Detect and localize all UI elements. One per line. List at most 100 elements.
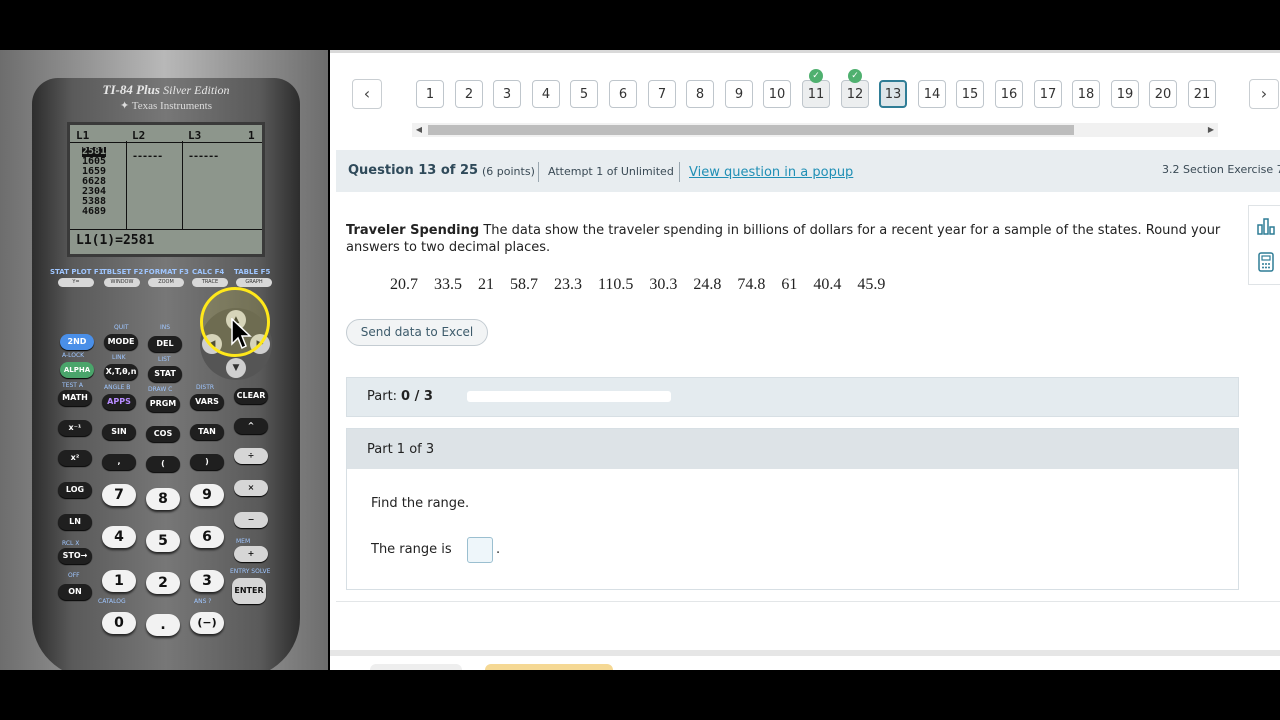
key-mode[interactable]: MODE xyxy=(104,334,138,350)
question-nav-21[interactable]: 21 xyxy=(1188,80,1216,108)
key-6[interactable]: 6 xyxy=(190,526,224,548)
key-sin[interactable]: SIN xyxy=(102,424,136,440)
key-left-paren[interactable]: ( xyxy=(146,456,180,472)
question-nav-4[interactable]: 4 xyxy=(532,80,560,108)
statistics-chart-icon[interactable] xyxy=(1256,216,1276,236)
question-nav-19[interactable]: 19 xyxy=(1111,80,1139,108)
arrow-down-key[interactable]: ▼ xyxy=(226,358,246,378)
data-value: 20.7 xyxy=(390,276,418,293)
key-minus[interactable]: − xyxy=(234,512,268,528)
lcd-divider xyxy=(70,142,262,143)
prev-question-button[interactable]: ‹ xyxy=(352,79,382,109)
footer-button-right[interactable] xyxy=(485,664,613,670)
key-stat[interactable]: STAT xyxy=(148,366,182,382)
side-toolbar xyxy=(1248,205,1280,285)
key-enter[interactable]: ENTER xyxy=(232,578,266,604)
question-nav-12[interactable]: 12 xyxy=(841,80,869,108)
key-vars[interactable]: VARS xyxy=(190,394,224,410)
answer-suffix: . xyxy=(496,542,501,557)
question-nav-17[interactable]: 17 xyxy=(1034,80,1062,108)
question-nav-5[interactable]: 5 xyxy=(570,80,598,108)
key-negate[interactable]: (−) xyxy=(190,612,224,634)
question-nav-14[interactable]: 14 xyxy=(918,80,946,108)
key-sto[interactable]: STO→ xyxy=(58,548,92,564)
section-label: 3.2 Section Exercise 7 xyxy=(1162,163,1280,176)
question-nav-20[interactable]: 20 xyxy=(1149,80,1177,108)
question-nav-18[interactable]: 18 xyxy=(1072,80,1100,108)
sub-off: OFF xyxy=(68,572,80,579)
key-graph[interactable]: GRAPH xyxy=(236,278,272,287)
key-right-paren[interactable]: ) xyxy=(190,454,224,470)
key-apps[interactable]: APPS xyxy=(102,394,136,410)
lcd-header-l1: L1 xyxy=(76,129,90,142)
sub-alock: A-LOCK xyxy=(62,352,85,359)
footer-button-left[interactable] xyxy=(370,664,462,670)
question-nav-13[interactable]: 13 xyxy=(879,80,907,108)
key-4[interactable]: 4 xyxy=(102,526,136,548)
key-multiply[interactable]: × xyxy=(234,480,268,496)
range-answer-input[interactable] xyxy=(467,537,493,563)
key-8[interactable]: 8 xyxy=(146,488,180,510)
key-plus[interactable]: + xyxy=(234,546,268,562)
popup-link[interactable]: View question in a popup xyxy=(689,165,853,180)
calculator-icon[interactable] xyxy=(1256,252,1276,272)
question-nav-9[interactable]: 9 xyxy=(725,80,753,108)
key-0[interactable]: 0 xyxy=(102,612,136,634)
key-ln[interactable]: LN xyxy=(58,514,92,530)
navigator-scrollbar[interactable]: ◀ ▶ xyxy=(412,123,1218,137)
key-7[interactable]: 7 xyxy=(102,484,136,506)
key-y-equals[interactable]: Y= xyxy=(58,278,94,287)
key-on[interactable]: ON xyxy=(58,584,92,600)
scroll-right-icon[interactable]: ▶ xyxy=(1204,123,1218,137)
part-progress-text: 0 / 3 xyxy=(401,389,433,404)
key-2[interactable]: 2 xyxy=(146,572,180,594)
key-log[interactable]: LOG xyxy=(58,482,92,498)
key-1[interactable]: 1 xyxy=(102,570,136,592)
question-nav-6[interactable]: 6 xyxy=(609,80,637,108)
send-to-excel-button[interactable]: Send data to Excel xyxy=(346,319,488,346)
fn-label-table: TABLE F5 xyxy=(234,268,271,276)
part-label-text: Part: xyxy=(367,389,398,404)
sub-rcl: RCL X xyxy=(62,540,80,547)
question-nav-7[interactable]: 7 xyxy=(648,80,676,108)
key-prgm[interactable]: PRGM xyxy=(146,396,180,412)
key-math[interactable]: MATH xyxy=(58,390,92,406)
question-nav-2[interactable]: 2 xyxy=(455,80,483,108)
key-zoom[interactable]: ZOOM xyxy=(148,278,184,287)
key-5[interactable]: 5 xyxy=(146,530,180,552)
question-nav-3[interactable]: 3 xyxy=(493,80,521,108)
question-nav-1[interactable]: 1 xyxy=(416,80,444,108)
key-trace[interactable]: TRACE xyxy=(192,278,228,287)
question-nav-8[interactable]: 8 xyxy=(686,80,714,108)
scroll-thumb[interactable] xyxy=(428,125,1074,135)
next-question-button[interactable]: › xyxy=(1249,79,1279,109)
question-nav-15[interactable]: 15 xyxy=(956,80,984,108)
key-tan[interactable]: TAN xyxy=(190,424,224,440)
key-xt[interactable]: X,T,θ,n xyxy=(104,364,138,380)
sub-ans: ANS ? xyxy=(194,598,212,605)
key-comma[interactable]: , xyxy=(102,454,136,470)
scroll-left-icon[interactable]: ◀ xyxy=(412,123,426,137)
key-2nd[interactable]: 2ND xyxy=(60,334,94,350)
data-value: 61 xyxy=(781,276,798,293)
key-window[interactable]: WINDOW xyxy=(104,278,140,287)
key-square[interactable]: x² xyxy=(58,450,92,466)
key-alpha[interactable]: ALPHA xyxy=(60,362,94,378)
part-box-title: Part 1 of 3 xyxy=(367,442,435,457)
key-power[interactable]: ^ xyxy=(234,418,268,434)
key-del[interactable]: DEL xyxy=(148,336,182,352)
sub-test: TEST A xyxy=(62,382,83,389)
key-clear[interactable]: CLEAR xyxy=(234,388,268,404)
key-inverse[interactable]: x⁻¹ xyxy=(58,420,92,436)
key-decimal[interactable]: . xyxy=(146,614,180,636)
question-nav-16[interactable]: 16 xyxy=(995,80,1023,108)
question-nav-11[interactable]: 11 xyxy=(802,80,830,108)
key-divide[interactable]: ÷ xyxy=(234,448,268,464)
fn-label-statplot: STAT PLOT F1 xyxy=(50,268,104,276)
key-3[interactable]: 3 xyxy=(190,570,224,592)
data-value: 40.4 xyxy=(813,276,842,293)
calculator-screen: L1 L2 L3 1 2581 1605 1659 6628 2304 5388… xyxy=(67,122,265,257)
key-cos[interactable]: COS xyxy=(146,426,180,442)
key-9[interactable]: 9 xyxy=(190,484,224,506)
question-nav-10[interactable]: 10 xyxy=(763,80,791,108)
